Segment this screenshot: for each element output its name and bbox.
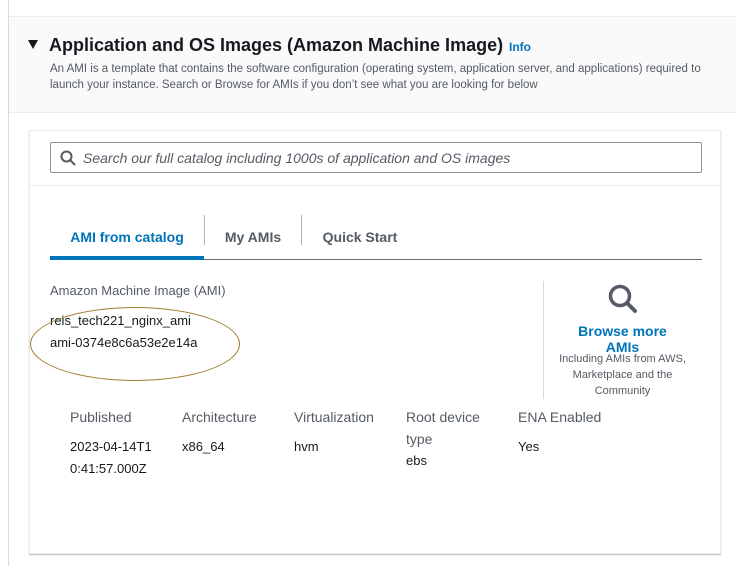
magnifier-icon[interactable] xyxy=(607,283,639,315)
tab-ami-from-catalog[interactable]: AMI from catalog xyxy=(50,215,204,260)
detail-header: Published xyxy=(70,409,132,425)
detail-architecture: Architecture x86_64 xyxy=(182,406,282,458)
section-description: An AMI is a template that contains the s… xyxy=(50,63,701,91)
tab-quick-start[interactable]: Quick Start xyxy=(302,215,418,259)
detail-header: Virtualization xyxy=(294,409,374,425)
detail-header: ENA Enabled xyxy=(518,409,602,425)
browse-divider xyxy=(543,281,544,399)
detail-value: 2023-04-14T10:41:57.000Z xyxy=(70,439,152,476)
detail-header: Architecture xyxy=(182,409,257,425)
detail-header: Root device type xyxy=(406,409,480,447)
search-region xyxy=(30,131,720,186)
detail-root-device-type: Root device type ebs xyxy=(406,406,496,472)
section-title: Application and OS Images (Amazon Machin… xyxy=(49,35,504,55)
ami-selection-card: AMI from catalog My AMIs Quick Start Ama… xyxy=(29,130,721,554)
ami-field-label: Amazon Machine Image (AMI) xyxy=(50,283,226,298)
detail-value: x86_64 xyxy=(182,439,225,454)
section-header: Application and OS Images (Amazon Machin… xyxy=(9,17,736,113)
detail-value: ebs xyxy=(406,453,427,468)
detail-virtualization: Virtualization hvm xyxy=(294,406,394,458)
detail-value: Yes xyxy=(518,439,540,454)
ami-search-box[interactable] xyxy=(50,142,702,173)
browse-description: Including AMIs from AWS, Marketplace and… xyxy=(559,353,686,397)
search-icon xyxy=(60,150,76,166)
detail-value: hvm xyxy=(294,439,319,454)
ami-search-input[interactable] xyxy=(83,143,693,172)
tab-my-amis[interactable]: My AMIs xyxy=(205,215,301,259)
collapse-caret-icon[interactable] xyxy=(28,40,38,49)
info-link[interactable]: Info xyxy=(509,40,531,54)
ami-source-tabs: AMI from catalog My AMIs Quick Start xyxy=(50,215,702,260)
detail-published: Published 2023-04-14T10:41:57.000Z xyxy=(70,406,170,480)
ami-highlight-circle xyxy=(30,307,240,381)
detail-ena-enabled: ENA Enabled Yes xyxy=(518,406,618,458)
